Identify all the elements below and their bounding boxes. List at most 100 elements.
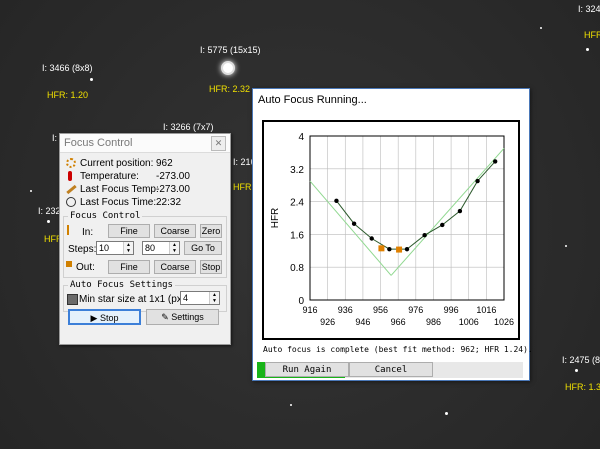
y-tick-label: 3.2 [290,165,304,176]
arrow-in-icon [67,225,69,235]
clock-icon [66,197,76,207]
panel-title: Focus Control [64,137,133,149]
cancel-button[interactable]: Cancel [349,362,433,377]
data-point [334,198,339,203]
y-tick-label: 2.4 [290,198,304,209]
star-label: I: 2475 (8x [562,355,600,365]
star-hfr-label: HFR: 1.20 [47,90,89,100]
current-position-value: 962 [156,158,173,169]
last-focus-temp-value: -273.00 [156,184,190,195]
gear-icon [66,158,76,168]
dialog-title[interactable]: Auto Focus Running... [253,89,529,111]
star-dot [90,78,93,81]
x-tick-label: 946 [355,317,370,327]
data-point [457,208,463,214]
x-tick-label: 986 [426,317,441,327]
data-point [422,233,427,238]
close-icon[interactable]: ✕ [211,136,226,151]
stop-autofocus-button[interactable]: ▶ Stop [68,309,141,325]
run-again-button[interactable]: Run Again [265,362,349,377]
y-tick-label: 1.6 [290,230,304,241]
in-label: In: [82,227,94,238]
auto-focus-settings-title: Auto Focus Settings [68,280,175,290]
stop-focuser-button[interactable]: Stop [200,260,222,274]
min-star-input[interactable]: 4 ▲ ▼ [180,291,220,305]
x-tick-label: 966 [391,317,406,327]
star-dot [47,220,50,223]
data-point [492,159,498,164]
autofocus-chart: 00.81.62.43.24916 936 956 976 996 1016926 946 9… [270,132,514,327]
spin-arrows-icon[interactable]: ▲ ▼ [209,292,219,304]
min-star-value: 4 [183,293,189,303]
x-tick-label: 956 [373,305,388,315]
best-point-marker [378,245,385,252]
data-point [369,236,374,241]
star-hfr-label: HFR: [584,30,600,40]
data-point [387,246,392,252]
temperature-value: -273.00 [156,171,190,182]
star-dot [445,412,448,415]
x-tick-label: 1016 [476,305,496,315]
out-label: Out: [76,262,95,273]
star-hfr-label: HFR: 1.3 [565,382,600,392]
y-tick-label: 4 [298,132,304,143]
star-dot [586,48,589,51]
stop-label: Stop [99,313,119,323]
pencil-icon [66,184,77,195]
out-fine-button[interactable]: Fine [108,260,150,274]
autofocus-chart-frame: 0 0.8 1.6 2.4 3.2 4 916 936 956 976 996 1016 926 946 9… [262,120,520,340]
steps-label: Steps: [68,244,97,255]
fit-line [309,180,392,276]
x-tick-label: 976 [408,305,423,315]
settings-label: Settings [171,312,204,322]
x-tick-label: 936 [338,305,353,315]
out-coarse-button[interactable]: Coarse [154,260,196,274]
x-tick-label: 996 [444,305,459,315]
goto-button[interactable]: Go To [184,241,222,255]
steps-fine-input[interactable]: 10 ▲ ▼ [96,241,134,255]
star-dot [221,61,235,75]
in-coarse-button[interactable]: Coarse [154,224,196,238]
star-dot [290,404,292,406]
data-point [475,178,480,184]
x-tick-label: 1006 [459,317,479,327]
star-hfr-label: HFR: [233,182,254,192]
auto-focus-dialog: Auto Focus Running... 0 0.8 1.6 2.4 3.2 4 916 9… [252,88,533,381]
last-focus-time-label: Last Focus Time: [80,197,157,208]
star-dot [575,369,578,372]
x-tick-label: 1026 [494,317,514,327]
star-dot [565,245,567,247]
last-focus-temp-label: Last Focus Temp: [80,184,159,195]
last-focus-time-value: 22:32 [156,197,182,208]
image-icon [67,294,78,305]
star-label: I: 3246 [578,4,600,14]
steps-coarse-value: 80 [145,243,156,253]
settings-button[interactable]: ✎ Settings [146,309,219,325]
steps-fine-value: 10 [99,243,110,253]
focus-control-section-title: Focus Control [68,211,143,221]
wrench-icon: ✎ [161,312,172,322]
star-hfr-label: HFR: 2.32 [209,84,251,94]
zero-button[interactable]: Zero [200,224,222,238]
fit-line [390,147,505,276]
y-tick-label: 0.8 [290,263,304,274]
spin-arrows-icon[interactable]: ▲ ▼ [169,242,179,254]
thermometer-icon [68,171,72,181]
data-point [351,221,357,226]
star-label: I: 3266 (7x7) [163,122,214,132]
panel-titlebar[interactable]: Focus Control ✕ [60,134,230,153]
data-point [440,222,445,228]
min-star-label: Min star size at 1x1 (px): [79,294,188,305]
star-label: I: [52,133,58,143]
spin-arrows-icon[interactable]: ▲ ▼ [123,242,133,254]
data-point [404,246,410,252]
temperature-label: Temperature: [80,171,139,182]
focus-control-panel: Focus Control ✕ Current position: 962 Te… [59,133,231,345]
x-tick-label: 926 [320,317,335,327]
steps-coarse-input[interactable]: 80 ▲ ▼ [142,241,180,255]
x-tick-label: 916 [302,305,317,315]
y-axis-label: HFR [270,208,281,229]
in-fine-button[interactable]: Fine [108,224,150,238]
star-dot [30,190,32,192]
play-icon: ▶ [90,313,100,323]
